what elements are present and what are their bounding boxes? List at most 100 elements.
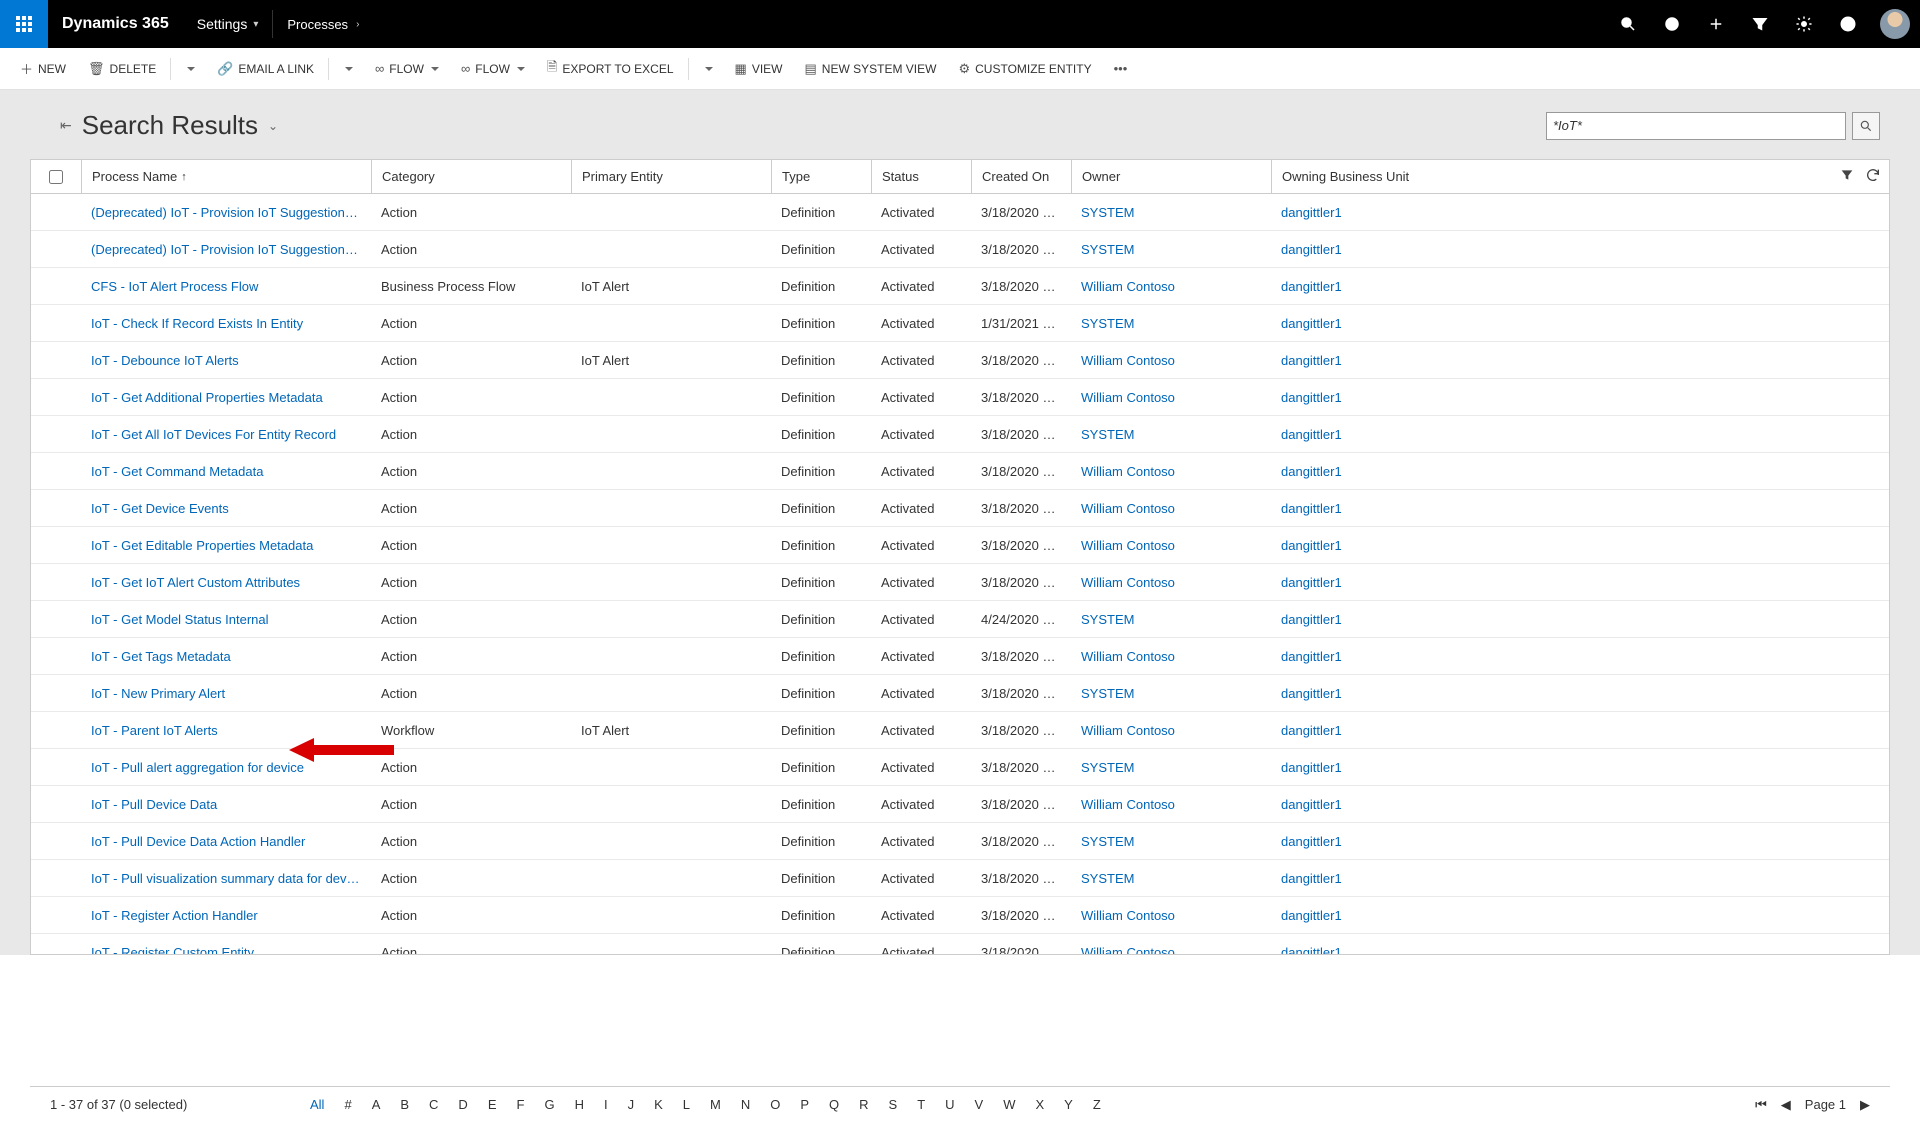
owner-link[interactable]: SYSTEM bbox=[1071, 242, 1271, 257]
owner-link[interactable]: William Contoso bbox=[1071, 723, 1271, 738]
alpha-filter-r[interactable]: R bbox=[859, 1097, 868, 1112]
alpha-filter-z[interactable]: Z bbox=[1093, 1097, 1101, 1112]
process-name-link[interactable]: IoT - Check If Record Exists In Entity bbox=[81, 316, 371, 331]
alpha-filter-all[interactable]: All bbox=[310, 1097, 324, 1112]
obu-link[interactable]: dangittler1 bbox=[1271, 908, 1471, 923]
export-excel-dropdown[interactable] bbox=[693, 48, 723, 89]
customize-entity-button[interactable]: ⚙CUSTOMIZE ENTITY bbox=[948, 48, 1101, 89]
owner-link[interactable]: SYSTEM bbox=[1071, 316, 1271, 331]
alpha-filter-n[interactable]: N bbox=[741, 1097, 750, 1112]
refresh-icon[interactable] bbox=[1865, 167, 1881, 186]
owner-link[interactable]: SYSTEM bbox=[1071, 760, 1271, 775]
obu-link[interactable]: dangittler1 bbox=[1271, 316, 1471, 331]
owner-link[interactable]: William Contoso bbox=[1071, 464, 1271, 479]
area-switcher[interactable]: Settings ▾ bbox=[183, 16, 273, 32]
alpha-filter-#[interactable]: # bbox=[344, 1097, 351, 1112]
process-name-link[interactable]: IoT - New Primary Alert bbox=[81, 686, 371, 701]
owner-link[interactable]: SYSTEM bbox=[1071, 205, 1271, 220]
col-process-name[interactable]: Process Name↑ bbox=[81, 160, 371, 193]
new-system-view-button[interactable]: ▤NEW SYSTEM VIEW bbox=[795, 48, 947, 89]
alpha-filter-h[interactable]: H bbox=[575, 1097, 584, 1112]
process-name-link[interactable]: IoT - Get Editable Properties Metadata bbox=[81, 538, 371, 553]
process-name-link[interactable]: IoT - Get All IoT Devices For Entity Rec… bbox=[81, 427, 371, 442]
owner-link[interactable]: William Contoso bbox=[1071, 575, 1271, 590]
email-link-button[interactable]: 🔗EMAIL A LINK bbox=[207, 48, 324, 89]
column-filter-icon[interactable] bbox=[1839, 167, 1855, 186]
process-name-link[interactable]: IoT - Get Command Metadata bbox=[81, 464, 371, 479]
alpha-filter-q[interactable]: Q bbox=[829, 1097, 839, 1112]
table-row[interactable]: IoT - Get IoT Alert Custom AttributesAct… bbox=[31, 564, 1889, 601]
obu-link[interactable]: dangittler1 bbox=[1271, 353, 1471, 368]
owner-link[interactable]: William Contoso bbox=[1071, 908, 1271, 923]
process-name-link[interactable]: (Deprecated) IoT - Provision IoT Suggest… bbox=[81, 242, 371, 257]
process-name-link[interactable]: IoT - Register Custom Entity bbox=[81, 945, 371, 955]
alpha-filter-m[interactable]: M bbox=[710, 1097, 721, 1112]
process-name-link[interactable]: IoT - Get Additional Properties Metadata bbox=[81, 390, 371, 405]
table-row[interactable]: IoT - New Primary AlertActionDefinitionA… bbox=[31, 675, 1889, 712]
obu-link[interactable]: dangittler1 bbox=[1271, 242, 1471, 257]
col-owning-business-unit[interactable]: Owning Business Unit bbox=[1271, 160, 1471, 193]
grid-search-input[interactable] bbox=[1546, 112, 1846, 140]
table-row[interactable]: IoT - Pull Device Data Action HandlerAct… bbox=[31, 823, 1889, 860]
process-name-link[interactable]: IoT - Pull Device Data Action Handler bbox=[81, 834, 371, 849]
app-launcher-button[interactable] bbox=[0, 0, 48, 48]
obu-link[interactable]: dangittler1 bbox=[1271, 871, 1471, 886]
alpha-filter-s[interactable]: S bbox=[889, 1097, 898, 1112]
grid-search-button[interactable] bbox=[1852, 112, 1880, 140]
table-row[interactable]: (Deprecated) IoT - Provision IoT Suggest… bbox=[31, 231, 1889, 268]
owner-link[interactable]: SYSTEM bbox=[1071, 612, 1271, 627]
col-created-on[interactable]: Created On bbox=[971, 160, 1071, 193]
alpha-filter-p[interactable]: P bbox=[800, 1097, 809, 1112]
delete-button[interactable]: 🗑DELETE bbox=[78, 48, 166, 89]
process-name-link[interactable]: IoT - Get Model Status Internal bbox=[81, 612, 371, 627]
obu-link[interactable]: dangittler1 bbox=[1271, 686, 1471, 701]
recent-icon[interactable] bbox=[1650, 0, 1694, 48]
obu-link[interactable]: dangittler1 bbox=[1271, 427, 1471, 442]
col-type[interactable]: Type bbox=[771, 160, 871, 193]
table-row[interactable]: IoT - Get Additional Properties Metadata… bbox=[31, 379, 1889, 416]
obu-link[interactable]: dangittler1 bbox=[1271, 945, 1471, 955]
obu-link[interactable]: dangittler1 bbox=[1271, 501, 1471, 516]
col-owner[interactable]: Owner bbox=[1071, 160, 1271, 193]
owner-link[interactable]: William Contoso bbox=[1071, 279, 1271, 294]
table-row[interactable]: IoT - Pull alert aggregation for deviceA… bbox=[31, 749, 1889, 786]
alpha-filter-w[interactable]: W bbox=[1003, 1097, 1015, 1112]
process-name-link[interactable]: IoT - Parent IoT Alerts bbox=[81, 723, 371, 738]
process-name-link[interactable]: (Deprecated) IoT - Provision IoT Suggest… bbox=[81, 205, 371, 220]
owner-link[interactable]: SYSTEM bbox=[1071, 427, 1271, 442]
alpha-filter-u[interactable]: U bbox=[945, 1097, 954, 1112]
col-status[interactable]: Status bbox=[871, 160, 971, 193]
owner-link[interactable]: William Contoso bbox=[1071, 797, 1271, 812]
process-name-link[interactable]: IoT - Get IoT Alert Custom Attributes bbox=[81, 575, 371, 590]
alpha-filter-e[interactable]: E bbox=[488, 1097, 497, 1112]
process-name-link[interactable]: CFS - IoT Alert Process Flow bbox=[81, 279, 371, 294]
obu-link[interactable]: dangittler1 bbox=[1271, 390, 1471, 405]
alpha-filter-o[interactable]: O bbox=[770, 1097, 780, 1112]
owner-link[interactable]: William Contoso bbox=[1071, 945, 1271, 955]
owner-link[interactable]: SYSTEM bbox=[1071, 871, 1271, 886]
alpha-filter-k[interactable]: K bbox=[654, 1097, 663, 1112]
first-page-button[interactable]: ⏮ bbox=[1755, 1097, 1767, 1113]
owner-link[interactable]: William Contoso bbox=[1071, 649, 1271, 664]
obu-link[interactable]: dangittler1 bbox=[1271, 205, 1471, 220]
obu-link[interactable]: dangittler1 bbox=[1271, 723, 1471, 738]
owner-link[interactable]: SYSTEM bbox=[1071, 686, 1271, 701]
table-row[interactable]: IoT - Pull visualization summary data fo… bbox=[31, 860, 1889, 897]
owner-link[interactable]: William Contoso bbox=[1071, 353, 1271, 368]
alpha-filter-b[interactable]: B bbox=[400, 1097, 409, 1112]
user-avatar[interactable] bbox=[1880, 9, 1910, 39]
table-row[interactable]: IoT - Get Tags MetadataActionDefinitionA… bbox=[31, 638, 1889, 675]
add-icon[interactable] bbox=[1694, 0, 1738, 48]
process-name-link[interactable]: IoT - Get Device Events bbox=[81, 501, 371, 516]
alpha-filter-g[interactable]: G bbox=[544, 1097, 554, 1112]
alpha-filter-c[interactable]: C bbox=[429, 1097, 438, 1112]
obu-link[interactable]: dangittler1 bbox=[1271, 649, 1471, 664]
alpha-filter-y[interactable]: Y bbox=[1064, 1097, 1073, 1112]
alpha-filter-f[interactable]: F bbox=[516, 1097, 524, 1112]
table-row[interactable]: (Deprecated) IoT - Provision IoT Suggest… bbox=[31, 194, 1889, 231]
select-all-checkbox[interactable] bbox=[31, 160, 81, 193]
table-row[interactable]: IoT - Get Device EventsActionDefinitionA… bbox=[31, 490, 1889, 527]
prev-page-button[interactable]: ◀ bbox=[1781, 1097, 1791, 1113]
process-name-link[interactable]: IoT - Register Action Handler bbox=[81, 908, 371, 923]
owner-link[interactable]: William Contoso bbox=[1071, 538, 1271, 553]
